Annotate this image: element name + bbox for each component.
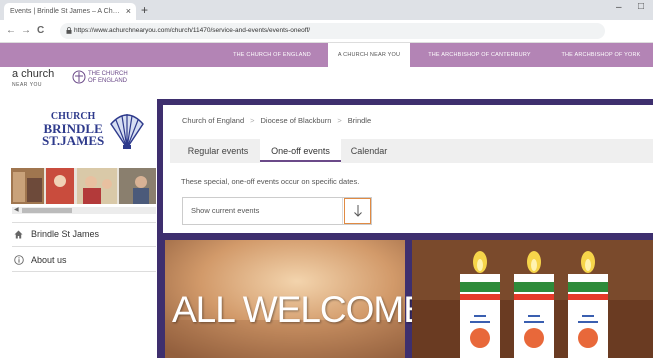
church-of-england-emblem-icon	[72, 70, 86, 84]
breadcrumb-item-brindle[interactable]: Brindle	[348, 116, 371, 125]
breadcrumb-separator: >	[250, 116, 255, 125]
events-filter-value: Show current events	[191, 206, 260, 215]
church-name-line3: ST.JAMES	[42, 133, 105, 148]
welcome-banner-text: ALL WELCOME	[172, 289, 428, 330]
topnav-a-church-near-you[interactable]: A Church Near You	[328, 43, 410, 67]
tab-regular-events[interactable]: Regular events	[176, 139, 260, 163]
address-bar[interactable]: https://www.achurchnearyou.com/church/11…	[60, 23, 605, 39]
carousel-scroll-thumb[interactable]	[22, 208, 72, 213]
home-icon	[14, 230, 23, 239]
church-photo-carousel[interactable]	[11, 168, 156, 204]
sidebar-divider	[12, 222, 156, 223]
scallop-shell-icon	[110, 114, 144, 150]
new-tab-button[interactable]: +	[141, 3, 148, 17]
select-divider	[342, 198, 343, 224]
topnav-archbishop-canterbury[interactable]: The Archbishop of Canterbury	[413, 43, 546, 67]
breadcrumb-item-diocese[interactable]: Diocese of Blackburn	[261, 116, 332, 125]
reload-button[interactable]: C	[37, 24, 44, 38]
sidebar-divider	[12, 246, 156, 247]
arrow-down-icon	[354, 205, 362, 217]
back-button[interactable]: ←	[6, 24, 16, 38]
topnav-archbishop-york[interactable]: The Archbishop of York	[549, 43, 653, 67]
coe-logo-line2: of England	[88, 78, 128, 84]
coe-logo-line1: The Church	[88, 71, 128, 77]
lock-icon	[66, 27, 72, 34]
a-church-near-you-logo[interactable]: a church NEAR YOU	[12, 69, 54, 91]
church-of-england-logo[interactable]: The Church of England	[88, 71, 128, 85]
maximize-icon[interactable]: □	[638, 1, 644, 12]
breadcrumb: Church of England > Diocese of Blackburn > B…	[182, 116, 371, 125]
forward-button[interactable]: →	[21, 24, 31, 38]
logo-main-text: a church	[12, 68, 55, 80]
browser-tab-title: Events | Brindle St James – A Ch…	[10, 8, 120, 15]
scroll-left-icon[interactable]: ◀	[14, 206, 19, 213]
minimize-icon[interactable]: –	[616, 2, 622, 13]
sidebar-item-about-us[interactable]: About us	[14, 251, 154, 269]
advent-candles-event-image[interactable]	[412, 240, 653, 358]
logo-sub-text: NEAR YOU	[12, 82, 43, 88]
sidebar-item-brindle-st-james[interactable]: Brindle St James	[14, 225, 154, 243]
topnav-church-of-england[interactable]: The Church of England	[218, 43, 326, 67]
tab-calendar[interactable]: Calendar	[343, 139, 395, 163]
url-text: https://www.achurchnearyou.com/church/11…	[74, 27, 311, 34]
sidebar-divider	[12, 271, 156, 272]
sidebar-item-label: Brindle St James	[31, 229, 100, 239]
breadcrumb-separator: >	[337, 116, 342, 125]
browser-tab[interactable]: Events | Brindle St James – A Ch… ×	[4, 3, 136, 20]
events-description: These special, one-off events occur on s…	[181, 177, 360, 186]
info-icon	[14, 255, 24, 265]
active-tab-indicator	[260, 160, 341, 162]
breadcrumb-item-church-of-england[interactable]: Church of England	[182, 116, 244, 125]
church-name-logo[interactable]: CHURCH BRINDLE ST.JAMES	[42, 111, 104, 147]
sidebar-item-label: About us	[31, 255, 67, 265]
close-tab-icon[interactable]: ×	[126, 3, 131, 20]
